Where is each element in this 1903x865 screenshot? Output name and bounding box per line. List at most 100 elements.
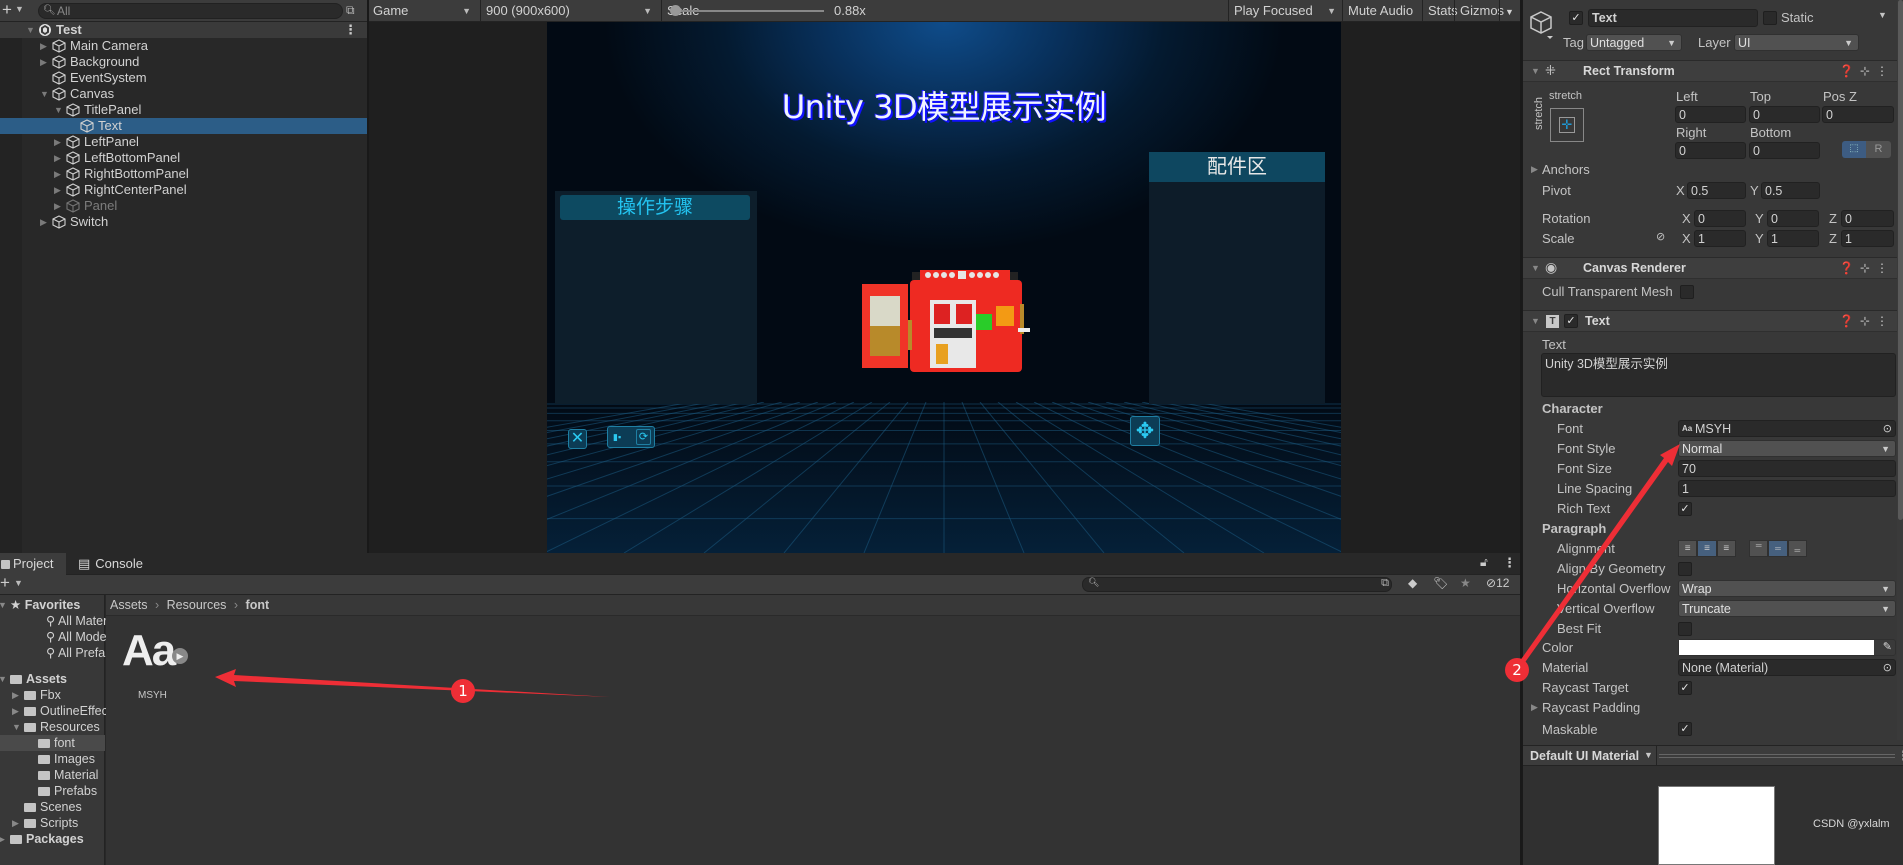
gizmos-button[interactable]: Gizmos xyxy=(1456,0,1504,22)
hierarchy-item-leftpanel[interactable]: ▶ LeftPanel xyxy=(0,134,367,150)
vertical-overflow-dropdown[interactable]: Truncate ▼ xyxy=(1678,600,1896,617)
project-tree-item-all-models[interactable]: ⚲ All Models xyxy=(0,629,116,645)
project-tree-item-assets[interactable]: ▼ Assets xyxy=(0,671,105,687)
collapse-arrow-icon[interactable]: ▼ xyxy=(1531,263,1540,273)
scale-x-input[interactable]: 1 xyxy=(1694,230,1746,247)
canvas-renderer-header[interactable]: ▼ ◉ Canvas Renderer ❓⊹⋮ xyxy=(1523,257,1903,279)
search-popout-icon[interactable]: ⧉ xyxy=(346,3,362,19)
project-search-input[interactable]: 🔍︎ ⧉ xyxy=(1082,577,1392,592)
collapsed-arrow-icon[interactable]: ▶ xyxy=(54,150,61,166)
left-panel-title[interactable]: 操作步骤 xyxy=(560,195,750,220)
project-tree-item-outlineeffect[interactable]: ▶ OutlineEffect xyxy=(0,703,111,719)
material-preview-header[interactable]: Default UI Material ▼ ⋮ xyxy=(1523,745,1903,766)
align-right-button[interactable]: ≡ xyxy=(1716,540,1736,557)
static-checkbox[interactable] xyxy=(1763,11,1777,25)
posz-input[interactable]: 0 xyxy=(1822,106,1894,123)
font-object-field[interactable]: Aa MSYH ⊙ xyxy=(1678,420,1896,437)
add-object-button[interactable]: + xyxy=(2,1,12,19)
bottom-input[interactable]: 0 xyxy=(1749,142,1820,159)
material-object-field[interactable]: None (Material) ⊙ xyxy=(1678,659,1896,676)
help-icon[interactable]: ❓ xyxy=(1839,314,1860,328)
inspector-scrollbar[interactable] xyxy=(1897,0,1903,740)
font-style-dropdown[interactable]: Normal ▼ xyxy=(1678,440,1896,457)
project-tree-item-scripts[interactable]: ▶ Scripts xyxy=(0,815,105,831)
more-icon[interactable]: ⋮ xyxy=(1876,314,1894,328)
eyedropper-icon[interactable]: ✎ xyxy=(1883,640,1892,653)
more-icon[interactable]: ⋮ xyxy=(344,22,357,38)
layer-dropdown[interactable]: UI ▼ xyxy=(1734,34,1859,51)
favorite-star-icon[interactable]: ★ xyxy=(1460,576,1471,590)
breadcrumb-font[interactable]: font xyxy=(246,598,270,612)
collapsed-arrow-icon[interactable]: ▶ xyxy=(12,703,19,719)
asset-item-msyh[interactable]: Aa ▶ MSYH xyxy=(120,626,190,701)
static-dropdown-icon[interactable]: ▼ xyxy=(1878,10,1887,20)
expanded-arrow-icon[interactable]: ▼ xyxy=(40,86,49,102)
best-fit-checkbox[interactable] xyxy=(1678,622,1692,636)
inspector-scrollbar-thumb[interactable] xyxy=(1898,0,1903,520)
collapsed-arrow-icon[interactable]: ▶ xyxy=(54,198,61,214)
hierarchy-item-background[interactable]: ▶ Background xyxy=(0,54,367,70)
resolution-dropdown[interactable]: 900 (900x600) ▼ xyxy=(482,0,658,22)
object-picker-icon[interactable]: ⊙ xyxy=(1883,421,1892,437)
hierarchy-search-input[interactable]: 🔍︎ All xyxy=(38,3,343,19)
constrain-proportions-icon[interactable]: ⊘ xyxy=(1656,230,1665,243)
align-by-geometry-checkbox[interactable] xyxy=(1678,562,1692,576)
help-icon[interactable]: ❓ xyxy=(1839,64,1860,78)
breadcrumb-resources[interactable]: Resources xyxy=(167,598,227,612)
material-preview-title[interactable]: Default UI Material xyxy=(1530,749,1639,763)
object-name-input[interactable]: Text xyxy=(1588,9,1758,27)
display-dropdown[interactable]: Game ▼ xyxy=(369,0,477,22)
raycast-target-checkbox[interactable]: ✓ xyxy=(1678,681,1692,695)
gizmos-dropdown-icon[interactable]: ▼ xyxy=(1501,0,1514,22)
align-bottom-button[interactable]: ═ xyxy=(1787,540,1807,557)
breadcrumb-assets[interactable]: Assets xyxy=(110,598,148,612)
collapse-arrow-icon[interactable]: ▼ xyxy=(1531,66,1540,76)
collapsed-arrow-icon[interactable]: ▶ xyxy=(40,214,47,230)
play-preview-icon[interactable]: ▶ xyxy=(172,648,188,664)
hierarchy-item-panel[interactable]: ▶ Panel xyxy=(0,198,367,214)
color-swatch[interactable] xyxy=(1679,640,1874,655)
tag-dropdown[interactable]: Untagged ▼ xyxy=(1586,34,1682,51)
refresh-icon[interactable]: ⟳ xyxy=(636,429,651,445)
line-spacing-input[interactable]: 1 xyxy=(1678,480,1896,497)
search-popout-icon[interactable]: ⧉ xyxy=(1381,577,1389,590)
left-input[interactable]: 0 xyxy=(1675,106,1746,123)
align-middle-button[interactable]: ═ xyxy=(1768,540,1788,557)
align-center-button[interactable]: ≡ xyxy=(1697,540,1717,557)
hierarchy-item-leftbottompanel[interactable]: ▶ LeftBottomPanel xyxy=(0,150,367,166)
hierarchy-item-canvas[interactable]: ▼ Canvas xyxy=(0,86,367,102)
more-icon[interactable]: ⋮ xyxy=(1876,261,1894,275)
component-tools[interactable]: ❓⊹⋮ xyxy=(1839,64,1894,78)
align-left-button[interactable]: ≡ xyxy=(1678,540,1698,557)
expanded-arrow-icon[interactable]: ▼ xyxy=(0,671,7,687)
anchors-label[interactable]: Anchors xyxy=(1542,162,1590,177)
project-tree-item-all-materials[interactable]: ⚲ All Materials xyxy=(0,613,126,629)
project-tree-item-favorites[interactable]: ▼ ★ Favorites xyxy=(0,597,105,613)
lock-icon[interactable]: 🔓︎ xyxy=(1480,555,1488,570)
expanded-arrow-icon[interactable]: ▼ xyxy=(0,597,7,613)
expanded-arrow-icon[interactable]: ▼ xyxy=(54,102,63,118)
project-tree-item-fbx[interactable]: ▶ Fbx xyxy=(0,687,105,703)
component-tools[interactable]: ❓⊹⋮ xyxy=(1839,261,1894,275)
preset-icon[interactable]: ⊹ xyxy=(1860,314,1876,328)
collapsed-arrow-icon[interactable]: ▶ xyxy=(0,831,5,847)
text-component-header[interactable]: ▼ T ✓ Text ❓⊹⋮ xyxy=(1523,310,1903,332)
help-icon[interactable]: ❓ xyxy=(1839,261,1860,275)
close-icon[interactable]: ✕ xyxy=(568,429,587,449)
add-object-dropdown-icon[interactable]: ▼ xyxy=(15,4,24,14)
collapsed-arrow-icon[interactable]: ▶ xyxy=(40,54,47,70)
search-by-type-icon[interactable]: ◆ xyxy=(1408,576,1417,590)
move-arrows-icon[interactable]: ✥ xyxy=(1130,416,1160,446)
scale-z-input[interactable]: 1 xyxy=(1841,230,1894,247)
hierarchy-item-main-camera[interactable]: ▶ Main Camera xyxy=(0,38,367,54)
pivot-x-input[interactable]: 0.5 xyxy=(1687,182,1746,199)
tab-project[interactable]: Project xyxy=(0,553,66,575)
scale-slider-track[interactable] xyxy=(677,10,824,12)
hierarchy-item-titlepanel[interactable]: ▼ TitlePanel xyxy=(0,102,367,118)
preset-icon[interactable]: ⊹ xyxy=(1860,64,1876,78)
scale-slider-handle[interactable] xyxy=(670,5,681,16)
project-tree-item-scenes[interactable]: Scenes xyxy=(0,799,105,815)
text-enabled-checkbox[interactable]: ✓ xyxy=(1564,314,1578,328)
component-tools[interactable]: ❓⊹⋮ xyxy=(1839,314,1894,328)
project-tree-item-prefabs[interactable]: Prefabs xyxy=(0,783,105,799)
